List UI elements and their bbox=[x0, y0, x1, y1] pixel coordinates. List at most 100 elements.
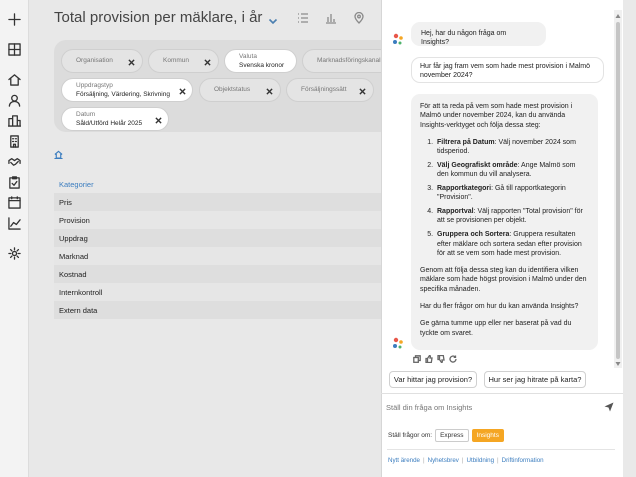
list-item[interactable]: Provision bbox=[54, 211, 381, 229]
answer-step: Gruppera och Sortera: Gruppera resultate… bbox=[435, 230, 589, 258]
filter-organisation[interactable]: Organisation bbox=[61, 49, 143, 73]
calendar-icon[interactable] bbox=[6, 194, 23, 211]
answer-followup: Har du fler frågor om hur du kan använda… bbox=[420, 303, 579, 311]
mode-selector: Ställ frågor om: Express Insights bbox=[388, 429, 504, 442]
step-title: Välj Geografiskt område bbox=[437, 161, 518, 169]
close-icon[interactable] bbox=[355, 84, 369, 98]
office-icon[interactable] bbox=[6, 133, 23, 150]
answer-intro: För att ta reda på vem som hade mest pro… bbox=[420, 103, 573, 129]
link-separator: | bbox=[423, 457, 425, 464]
step-title: Rapportkategori bbox=[437, 185, 492, 193]
copy-icon[interactable] bbox=[413, 355, 421, 363]
chat-scrollbar[interactable] bbox=[614, 10, 622, 368]
list-item[interactable]: Uppdrag bbox=[54, 229, 381, 247]
plus-icon[interactable] bbox=[6, 11, 23, 28]
chart-line-icon[interactable] bbox=[6, 215, 23, 232]
view-switcher bbox=[297, 11, 365, 24]
scrollbar-thumb[interactable] bbox=[616, 22, 620, 359]
close-icon[interactable] bbox=[151, 113, 165, 127]
assistant-avatar bbox=[391, 32, 405, 46]
page-title[interactable]: Total provision per mäklare, i år bbox=[54, 9, 278, 26]
close-icon[interactable] bbox=[175, 84, 189, 98]
answer-step: Välj Geografiskt område: Ange Malmö som … bbox=[435, 161, 589, 180]
list-icon[interactable] bbox=[297, 12, 309, 24]
list-item[interactable]: Marknad bbox=[54, 247, 381, 265]
filter-forsaljningssatt[interactable]: Försäljningssätt bbox=[286, 78, 374, 102]
footer-link-nytt-arende[interactable]: Nytt ärende bbox=[388, 457, 420, 464]
link-separator: | bbox=[461, 457, 464, 464]
link-separator: | bbox=[497, 457, 499, 464]
footer-link-utbildning[interactable]: Utbildning bbox=[467, 457, 495, 464]
buildings-icon[interactable] bbox=[6, 112, 23, 129]
person-icon[interactable] bbox=[6, 92, 23, 109]
left-navigation-rail bbox=[0, 0, 29, 477]
send-icon[interactable] bbox=[604, 402, 614, 412]
scroll-up-icon[interactable] bbox=[615, 12, 621, 18]
step-title: Gruppera och Sortera bbox=[437, 231, 510, 239]
filter-label: Valuta bbox=[239, 53, 257, 60]
list-item[interactable]: Internkontroll bbox=[54, 283, 381, 301]
filter-datum[interactable]: Datum Såld/Utförd Helår 2025 bbox=[61, 107, 169, 131]
answer-steps: Filtrera på Datum: Välj november 2024 so… bbox=[435, 138, 589, 258]
map-pin-icon[interactable] bbox=[353, 11, 365, 24]
assistant-avatar bbox=[391, 336, 405, 350]
filter-value: Såld/Utförd Helår 2025 bbox=[76, 120, 143, 127]
answer-step: Rapportkategori: Gå till rapportkategori… bbox=[435, 184, 589, 203]
page-title-text: Total provision per mäklare, i år bbox=[54, 9, 263, 26]
grid-icon[interactable] bbox=[6, 41, 23, 58]
category-list: Pris Provision Uppdrag Marknad Kostnad I… bbox=[54, 193, 381, 319]
thumbs-up-icon[interactable] bbox=[425, 354, 433, 364]
chevron-down-icon[interactable] bbox=[268, 13, 278, 24]
handshake-icon[interactable] bbox=[6, 153, 23, 170]
assistant-answer: För att ta reda på vem som hade mest pro… bbox=[411, 94, 598, 350]
suggestion-button[interactable]: Hur ser jag hitrate på karta? bbox=[484, 371, 586, 388]
mode-insights-button[interactable]: Insights bbox=[471, 429, 504, 442]
answer-step: Filtrera på Datum: Välj november 2024 so… bbox=[435, 138, 589, 157]
filter-label: Datum bbox=[76, 111, 96, 118]
filter-uppdragstyp[interactable]: Uppdragstyp Försäljning, Värdering, Skri… bbox=[61, 78, 193, 102]
bar-chart-icon[interactable] bbox=[325, 12, 337, 24]
filter-valuta[interactable]: Valuta Svenska kronor bbox=[224, 49, 297, 73]
ask-label: Ställ frågor om: bbox=[388, 432, 433, 439]
step-title: Rapportval bbox=[437, 208, 474, 216]
filter-label: Kommun bbox=[163, 57, 190, 64]
filter-kommun[interactable]: Kommun bbox=[148, 49, 219, 73]
filter-label: Objektstatus bbox=[214, 86, 251, 93]
gear-icon[interactable] bbox=[6, 245, 23, 262]
step-title: Filtrera på Datum bbox=[437, 138, 495, 146]
footer-links: Nytt ärende | Nyhetsbrev | Utbildning | … bbox=[388, 457, 544, 464]
filter-panel: Organisation Kommun Valuta Svenska krono… bbox=[54, 40, 392, 132]
filter-value: Försäljning, Värdering, Skrivning bbox=[76, 91, 170, 98]
message-actions bbox=[413, 354, 457, 364]
list-item[interactable]: Kostnad bbox=[54, 265, 381, 283]
footer-divider bbox=[387, 449, 615, 450]
thumbs-down-icon[interactable] bbox=[437, 354, 445, 364]
user-message: Hur får jag fram vem som hade mest provi… bbox=[411, 57, 604, 83]
mode-express-button[interactable]: Express bbox=[435, 429, 469, 442]
filter-label: Uppdragstyp bbox=[76, 82, 113, 89]
breadcrumb-home-icon[interactable] bbox=[54, 150, 63, 160]
filter-marknadsforingskanal[interactable]: Marknadsföringskanal bbox=[302, 49, 392, 73]
filter-value: Svenska kronor bbox=[239, 62, 285, 69]
filter-objektstatus[interactable]: Objektstatus bbox=[199, 78, 281, 102]
footer-link-nyhetsbrev[interactable]: Nyhetsbrev bbox=[428, 457, 459, 464]
input-divider bbox=[381, 393, 623, 394]
answer-feedback: Ge gärna tumme upp eller ner baserat på … bbox=[420, 320, 572, 337]
clipboard-icon[interactable] bbox=[6, 174, 23, 191]
assistant-message: Hej, har du någon fråga om Insights? bbox=[411, 22, 546, 46]
close-icon[interactable] bbox=[124, 55, 138, 69]
refresh-icon[interactable] bbox=[449, 355, 457, 363]
suggestion-button[interactable]: Var hittar jag provision? bbox=[389, 371, 477, 388]
filter-label: Försäljningssätt bbox=[301, 86, 347, 93]
close-icon[interactable] bbox=[200, 55, 214, 69]
footer-link-driftinformation[interactable]: Driftinformation bbox=[502, 457, 544, 464]
home-icon[interactable] bbox=[6, 71, 23, 88]
categories-heading: Kategorier bbox=[59, 180, 94, 189]
filter-label: Organisation bbox=[76, 57, 113, 64]
chat-input[interactable] bbox=[386, 399, 596, 415]
list-item[interactable]: Extern data bbox=[54, 301, 381, 319]
scroll-down-icon[interactable] bbox=[615, 360, 621, 366]
list-item[interactable]: Pris bbox=[54, 193, 381, 211]
answer-summary: Genom att följa dessa steg kan du identi… bbox=[420, 267, 587, 293]
close-icon[interactable] bbox=[262, 84, 276, 98]
